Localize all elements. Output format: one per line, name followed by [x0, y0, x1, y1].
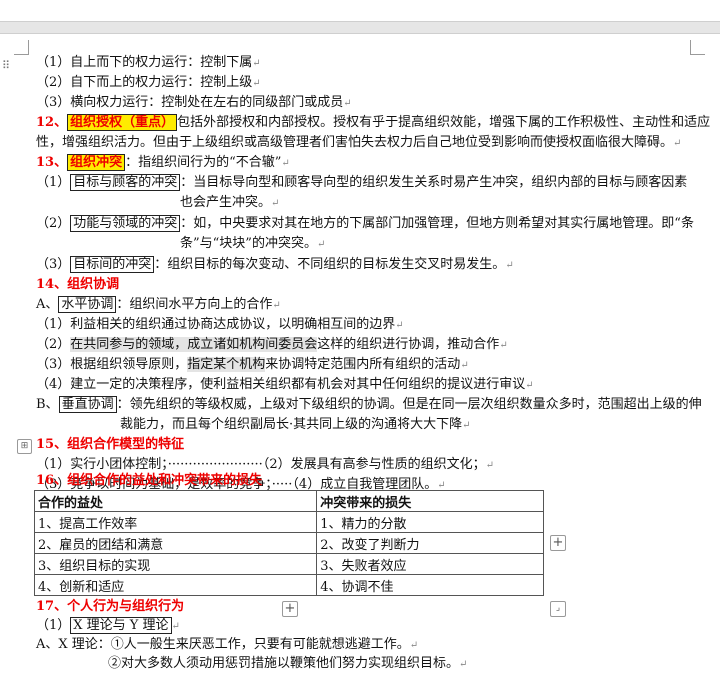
previous-page-bottom: [0, 0, 720, 22]
line-text: （3）横向权力运行：控制处在左右的同级部门或成员: [36, 95, 344, 110]
x-theory-2: ②对大多数人须动用惩罚措施以鞭策他们努力实现组织目标。↵: [108, 656, 468, 671]
coordination-4: （4）建立一定的决策程序，使利益相关组织都有机会对其中任何组织的提议进行审议↵: [36, 377, 534, 392]
highlight-agency: 指定某个机构: [187, 357, 266, 372]
line-text: 裁能力，而且每个组织副局长·其共同上级的沟通将大大下降: [120, 417, 463, 432]
highlight-committee: 在共同参与的领域，成立诸如机构间委员会: [70, 337, 318, 352]
table-cell[interactable]: 3、组织目标的实现: [33, 553, 318, 575]
line-text: ：组织目标的每次变动、不同组织的目标发生交叉时易发生。: [154, 257, 506, 272]
line-text: 这样的组织进行协调，推动合作: [317, 337, 500, 352]
table-header[interactable]: 合作的益处: [33, 490, 318, 512]
line-text: ：当目标导向型和顾客导向型的组织发生关系时易产生冲突，组织内部的目标与顾客因素: [180, 175, 688, 190]
xy-theory-line: （1） X 理论与 Y 理论 ↵: [36, 617, 180, 634]
term-horizontal: 水平协调: [58, 296, 117, 313]
table-row: 1、提高工作效率 1、精力的分散: [33, 511, 544, 533]
conflict-2: （2） 功能与领域的冲突 ：如，中央要求对其在地方的下属部门加强管理，但地方则希望对…: [36, 215, 694, 233]
term-vertical: 垂直协调: [58, 396, 117, 413]
resize-table-icon[interactable]: ⌟: [550, 601, 566, 617]
list-prefix: （3）: [36, 257, 71, 272]
table-row: 2、雇员的团结和满意 2、改变了判断力: [33, 532, 544, 554]
vertical-coordination: B、 垂直协调 ：领先组织的等级权威，上级对下级组织的协调。但是在同一层次组织数量众…: [36, 396, 702, 414]
conflict-2-term: 功能与领域的冲突: [70, 215, 181, 232]
coordination-3: （3）根据组织领导原则，指定某个机构来协调特定范围内所有组织的活动↵: [36, 357, 469, 372]
conflict-2-cont: 条”与“块块”的冲突突。↵: [180, 236, 326, 251]
line-power-up: （2）自下而上的权力运行：控制上级↵: [36, 75, 261, 90]
line-text: （4）建立一定的决策程序，使利益相关组织都有机会对其中任何组织的提议进行审议: [36, 377, 526, 392]
list-prefix: （2）: [36, 337, 71, 352]
list-prefix: （2）: [36, 216, 71, 231]
crop-mark-top-left: [14, 40, 29, 55]
line-text: （2）自下而上的权力运行：控制上级: [36, 75, 253, 90]
section-16-heading: 16、组织合作的益处和冲突带来的损失: [36, 473, 263, 488]
line-text: 条”与“块块”的冲突突。: [180, 236, 317, 251]
horizontal-coordination: A、 水平协调 ：组织间水平方向上的合作↵: [36, 296, 281, 313]
term-authorization: 组织授权（重点）: [67, 114, 178, 131]
table-cell[interactable]: 1、提高工作效率: [33, 511, 318, 533]
term-conflict: 组织冲突: [67, 154, 126, 171]
list-prefix: B、: [36, 397, 59, 412]
conflict-3-term: 目标间的冲突: [70, 256, 155, 273]
table-row: 3、组织目标的实现 3、失败者效应: [33, 553, 544, 575]
term-xy-theory: X 理论与 Y 理论: [70, 617, 172, 634]
line-power-horizontal: （3）横向权力运行：控制处在左右的同级部门或成员↵: [36, 95, 352, 110]
coordination-2: （2）在共同参与的领域，成立诸如机构间委员会这样的组织进行协调，推动合作↵: [36, 337, 508, 352]
table-cell[interactable]: 3、失败者效应: [316, 553, 544, 575]
add-row-button[interactable]: +: [282, 601, 298, 617]
section-15-heading: 15、组织合作模型的特征: [36, 437, 185, 452]
coordination-1: （1）利益相关的组织通过协商达成协议，以明确相互间的边界↵: [36, 317, 404, 332]
table-cell[interactable]: 1、精力的分散: [316, 511, 544, 533]
line-text: （1）实行小团体控制；·······················（2）发展具…: [36, 457, 486, 472]
conflict-3: （3） 目标间的冲突 ：组织目标的每次变动、不同组织的目标发生交叉时易发生。↵: [36, 256, 514, 273]
line-text: 性，增强组织活力。但由于上级组织或高级管理者们害怕失去权力后自己地位受到影响而使…: [36, 135, 674, 150]
line-text: 包括外部授权和内部授权。授权有乎于提高组织效能，增强下属的工作积极性、主动性和适…: [177, 115, 711, 130]
list-prefix: A、: [36, 297, 59, 312]
section-12: 12、 组织授权（重点） 包括外部授权和内部授权。授权有乎于提高组织效能，增强下属的…: [36, 114, 710, 132]
conflict-1-term: 目标与顾客的冲突: [70, 174, 181, 191]
line-text: ②对大多数人须动用惩罚措施以鞭策他们努力实现组织目标。: [108, 656, 460, 671]
section-14-heading: 14、组织协调: [36, 277, 120, 292]
x-theory-1: A、X 理论：①人一般生来厌恶工作，只要有可能就想逃避工作。↵: [36, 637, 419, 652]
line-text: ：领先组织的等级权威，上级对下级组织的协调。但是在同一层次组织数量众多时，范围超…: [116, 397, 702, 412]
table-cell[interactable]: 2、改变了判断力: [316, 532, 544, 554]
line-text: ：如，中央要求对其在地方的下属部门加强管理，但地方则希望对其实行属地管理。即“条: [180, 216, 694, 231]
table-cell[interactable]: 4、创新和适应: [33, 574, 318, 596]
list-prefix: （1）: [36, 175, 71, 190]
line-text: A、X 理论：①人一般生来厌恶工作，只要有可能就想逃避工作。: [36, 637, 410, 652]
line-text: （1）自上而下的权力运行：控制下属: [36, 55, 253, 70]
section-17-heading: 17、个人行为与组织行为: [36, 599, 185, 614]
list-prefix: （1）: [36, 618, 71, 633]
line-power-down: （1）自上而下的权力运行：控制下属↵: [36, 55, 261, 70]
add-column-button[interactable]: +: [550, 535, 566, 551]
section-12-cont: 性，增强组织活力。但由于上级组织或高级管理者们害怕失去权力后自己地位受到影响而使…: [36, 135, 682, 150]
line-text: 来协调特定范围内所有组织的活动: [265, 357, 461, 372]
table-header[interactable]: 冲突带来的损失: [316, 490, 544, 512]
crop-mark-top-right: [690, 40, 705, 55]
line-text: ：指组织间行为的“不合辙”: [125, 155, 282, 170]
section-13: 13、 组织冲突 ：指组织间行为的“不合辙”↵: [36, 154, 290, 171]
line-text: ：组织间水平方向上的合作: [116, 297, 273, 312]
table-header-row: 合作的益处 冲突带来的损失: [33, 490, 544, 512]
table-cell[interactable]: 2、雇员的团结和满意: [33, 532, 318, 554]
conflict-1-cont: 也会产生冲突。↵: [180, 195, 280, 210]
vertical-coordination-cont: 裁能力，而且每个组织副局长·其共同上级的沟通将大大下降↵: [120, 417, 471, 432]
line-text: 也会产生冲突。: [180, 195, 272, 210]
line-text: （3）根据组织领导原则，: [36, 357, 188, 372]
drag-handle-icon[interactable]: ⠿: [2, 60, 10, 71]
benefits-losses-table[interactable]: 合作的益处 冲突带来的损失 1、提高工作效率 1、精力的分散 2、雇员的团结和满…: [33, 490, 544, 596]
table-row: 4、创新和适应 4、协调不佳: [33, 574, 544, 596]
section-number: 12、: [36, 115, 68, 130]
section-number: 13、: [36, 155, 68, 170]
table-move-handle-icon[interactable]: ⊞: [17, 439, 32, 454]
conflict-1: （1） 目标与顾客的冲突 ：当目标导向型和顾客导向型的组织发生关系时易产生冲突，组织…: [36, 174, 687, 192]
line-text: （1）利益相关的组织通过协商达成协议，以明确相互间的边界: [36, 317, 396, 332]
table-cell[interactable]: 4、协调不佳: [316, 574, 544, 596]
